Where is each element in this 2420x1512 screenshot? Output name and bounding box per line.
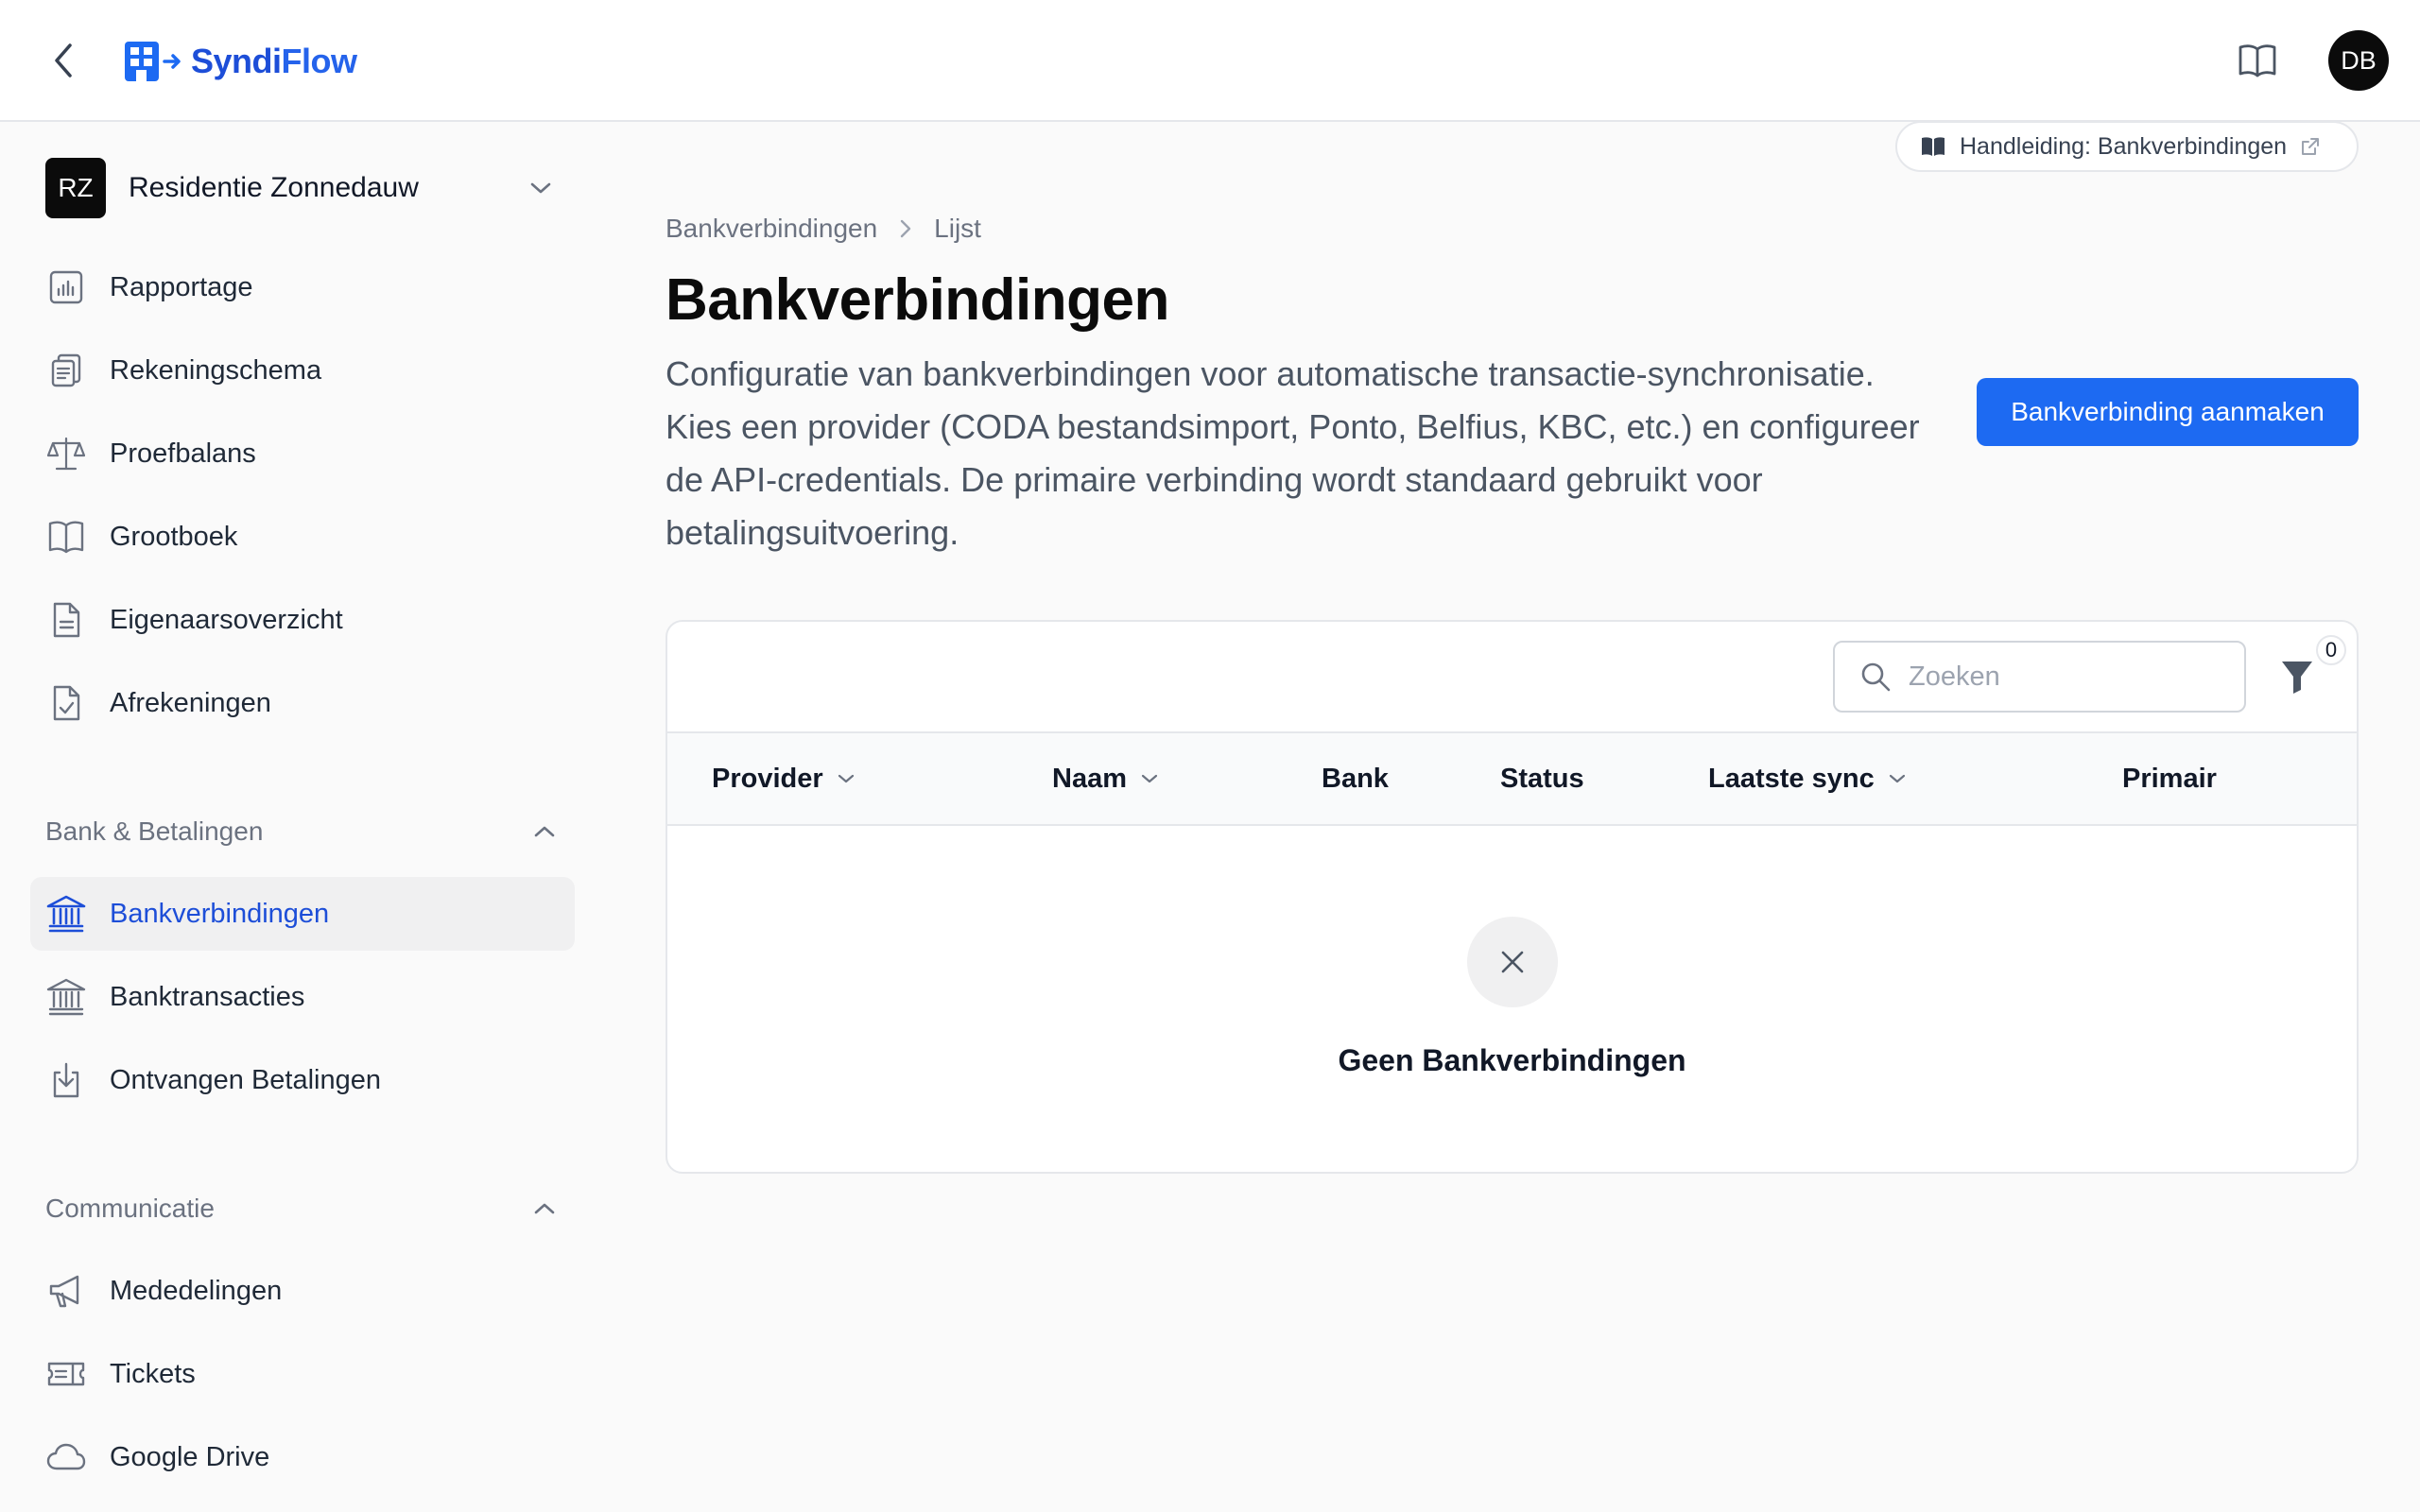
- column-label: Naam: [1052, 763, 1127, 794]
- search-icon: [1861, 662, 1891, 692]
- column-header-provider[interactable]: Provider: [712, 733, 856, 824]
- chevron-down-icon: [1889, 774, 1905, 783]
- column-header-primair: Primair: [2122, 733, 2217, 824]
- sidebar-item-proefbalans[interactable]: Proefbalans: [30, 417, 575, 490]
- sidebar-item-label: Banktransacties: [110, 981, 305, 1012]
- chevron-up-icon: [534, 1203, 555, 1214]
- download-icon: [45, 1059, 87, 1101]
- breadcrumb: Bankverbindingen Lijst: [666, 214, 981, 244]
- sidebar-item-rapportage[interactable]: Rapportage: [30, 250, 575, 324]
- section-communicatie[interactable]: Communicatie: [45, 1188, 556, 1229]
- document-check-icon: [45, 682, 87, 724]
- sidebar-item-label: Grootboek: [110, 521, 238, 552]
- column-label: Status: [1500, 763, 1584, 794]
- breadcrumb-current: Lijst: [934, 214, 981, 243]
- document-text-icon: [45, 599, 87, 641]
- column-label: Bank: [1322, 763, 1389, 794]
- book-open-icon: [45, 516, 87, 558]
- sidebar-item-bankverbindingen[interactable]: Bankverbindingen: [30, 877, 575, 951]
- column-header-status: Status: [1500, 733, 1584, 824]
- sidebar-item-tickets[interactable]: Tickets: [30, 1337, 575, 1411]
- create-bank-connection-button[interactable]: Bankverbinding aanmaken: [1977, 378, 2359, 446]
- search-input[interactable]: [1909, 661, 2221, 693]
- table-card: 0 Provider Naam Bank Status Laatste sync…: [666, 620, 2359, 1174]
- chevron-left-icon: [55, 43, 72, 77]
- sidebar-item-label: Ontvangen Betalingen: [110, 1064, 381, 1095]
- guide-label: Handleiding: Bankverbindingen: [1960, 132, 2288, 160]
- sidebar-item-label: Rekeningschema: [110, 354, 322, 386]
- building-icon: [125, 42, 181, 81]
- cloud-icon: [45, 1436, 87, 1478]
- app-logo[interactable]: SyndiFlow: [123, 38, 357, 85]
- sidebar-item-label: Mededelingen: [110, 1275, 283, 1306]
- documentation-button[interactable]: [2237, 42, 2278, 79]
- column-header-laatste-sync[interactable]: Laatste sync: [1708, 733, 1907, 824]
- external-link-icon: [2302, 138, 2320, 155]
- user-avatar[interactable]: DB: [2328, 30, 2389, 91]
- filter-count-badge: 0: [2316, 635, 2346, 665]
- sidebar-item-mededelingen[interactable]: Mededelingen: [30, 1254, 575, 1328]
- top-bar: SyndiFlow DB: [0, 0, 2420, 122]
- column-label: Provider: [712, 763, 823, 794]
- chevron-right-icon: [900, 219, 911, 238]
- breadcrumb-parent[interactable]: Bankverbindingen: [666, 214, 877, 244]
- page-description: Configuratie van bankverbindingen voor a…: [666, 354, 1920, 552]
- column-label: Laatste sync: [1708, 763, 1875, 794]
- sidebar-item-banktransacties[interactable]: Banktransacties: [30, 960, 575, 1034]
- megaphone-icon: [45, 1270, 87, 1312]
- tenant-switcher[interactable]: RZ Residentie Zonnedauw: [45, 158, 556, 218]
- tenant-badge: RZ: [45, 158, 106, 218]
- sidebar-item-grootboek[interactable]: Grootboek: [30, 500, 575, 574]
- chevron-up-icon: [534, 826, 555, 837]
- sidebar-item-label: Proefbalans: [110, 438, 256, 469]
- section-bank-betalingen[interactable]: Bank & Betalingen: [45, 811, 556, 852]
- sidebar-item-label: Bankverbindingen: [110, 898, 330, 929]
- sidebar-item-eigenaarsoverzicht[interactable]: Eigenaarsoverzicht: [30, 583, 575, 657]
- sidebar: RZ Residentie Zonnedauw Rapportage Reken…: [0, 124, 586, 1512]
- tenant-name: Residentie Zonnedauw: [129, 172, 419, 203]
- section-title: Communicatie: [45, 1194, 215, 1223]
- ticket-icon: [45, 1353, 87, 1395]
- chevron-down-icon: [1141, 774, 1158, 783]
- column-header-bank: Bank: [1322, 733, 1389, 824]
- empty-state-text: Geen Bankverbindingen: [1338, 1043, 1686, 1077]
- chevron-down-icon: [838, 774, 854, 783]
- scale-icon: [45, 433, 87, 474]
- sidebar-item-label: Afrekeningen: [110, 687, 271, 718]
- filter-icon: [2282, 662, 2312, 694]
- empty-state-icon: [1467, 917, 1558, 1007]
- sidebar-item-afrekeningen[interactable]: Afrekeningen: [30, 666, 575, 740]
- chevron-down-icon: [526, 173, 556, 203]
- book-icon: [1922, 137, 1945, 156]
- sidebar-item-ontvangen-betalingen[interactable]: Ontvangen Betalingen: [30, 1043, 575, 1117]
- book-open-icon: [2238, 44, 2276, 77]
- sidebar-item-label: Eigenaarsoverzicht: [110, 604, 343, 635]
- sidebar-item-rekeningschema[interactable]: Rekeningschema: [30, 334, 575, 407]
- close-icon: [1501, 951, 1524, 973]
- clipboard-list-icon: [45, 350, 87, 391]
- sidebar-item-label: Rapportage: [110, 271, 253, 302]
- column-header-naam[interactable]: Naam: [1052, 733, 1159, 824]
- back-button[interactable]: [45, 38, 83, 83]
- bar-chart-icon: [45, 266, 87, 308]
- bank-icon: [45, 976, 87, 1018]
- section-title: Bank & Betalingen: [45, 816, 264, 846]
- page-title: Bankverbindingen: [666, 267, 1169, 333]
- filter-button[interactable]: [2274, 652, 2320, 701]
- column-label: Primair: [2122, 763, 2217, 794]
- sidebar-item-google-drive[interactable]: Google Drive: [30, 1420, 575, 1494]
- sidebar-item-label: Tickets: [110, 1358, 196, 1389]
- app-name: SyndiFlow: [191, 42, 357, 80]
- table-header: Provider Naam Bank Status Laatste sync P…: [667, 731, 2357, 826]
- guide-link[interactable]: Handleiding: Bankverbindingen: [1895, 121, 2359, 172]
- search-field[interactable]: [1833, 641, 2246, 713]
- sidebar-item-label: Google Drive: [110, 1441, 270, 1472]
- bank-icon: [45, 893, 87, 935]
